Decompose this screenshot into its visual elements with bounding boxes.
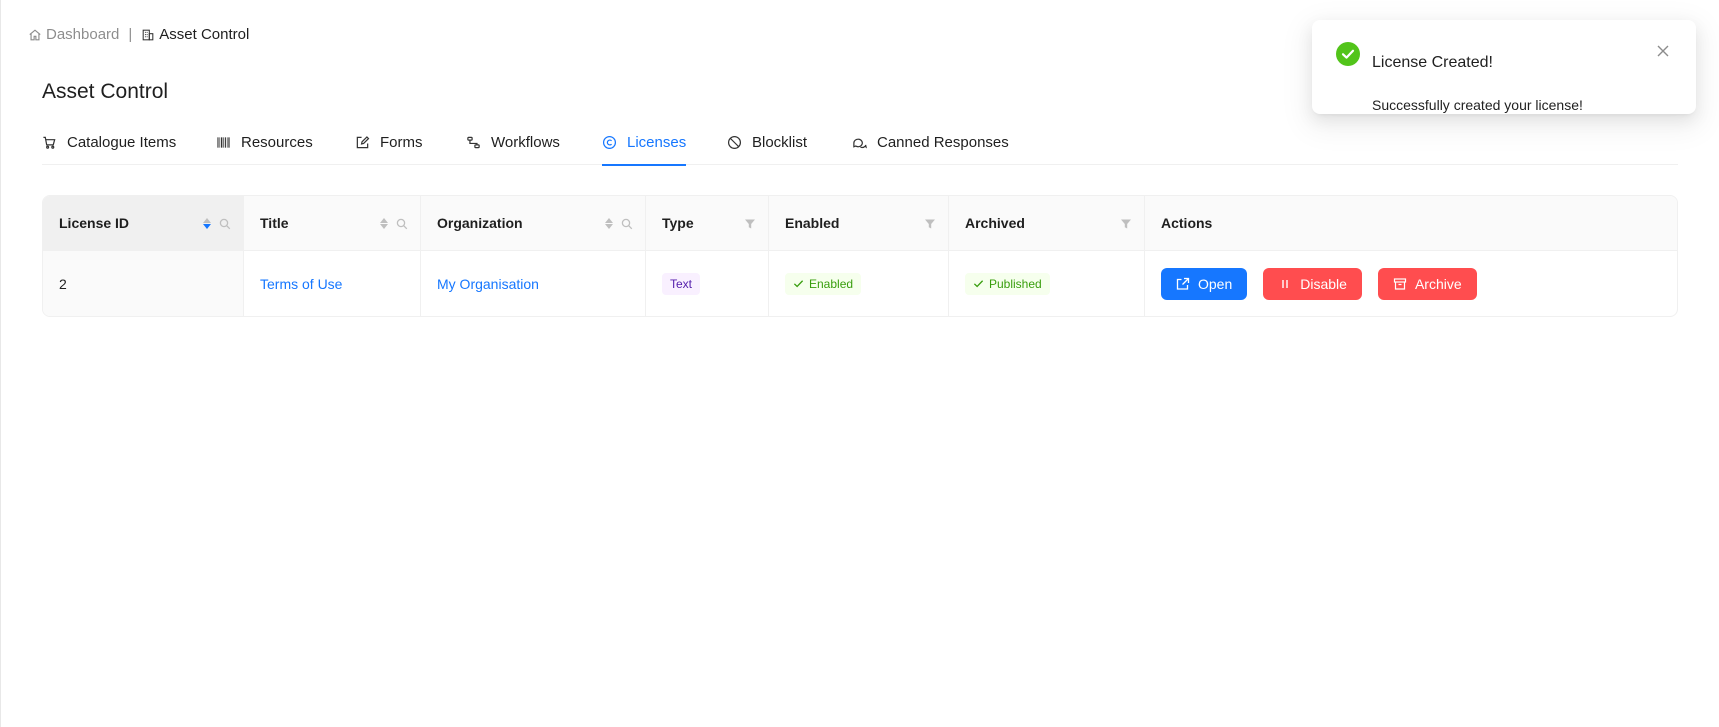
sort-icon[interactable]: [605, 218, 613, 229]
stop-icon: [727, 135, 742, 150]
tab-bar: Catalogue Items Resources Forms Workflow…: [42, 126, 1678, 166]
disable-button[interactable]: Disable: [1263, 267, 1362, 300]
breadcrumb-dashboard[interactable]: Dashboard: [28, 26, 119, 43]
licenses-table: License ID Title Organization Type Enabl…: [42, 195, 1678, 317]
close-icon[interactable]: [1656, 44, 1670, 58]
column-label: Archived: [965, 215, 1025, 231]
page-title: Asset Control: [42, 80, 169, 103]
column-archived[interactable]: Archived: [949, 196, 1145, 250]
filter-icon[interactable]: [1120, 218, 1132, 230]
home-icon: [29, 28, 41, 40]
tab-canned-responses[interactable]: Canned Responses: [852, 126, 1009, 165]
comments-icon: [853, 138, 867, 149]
column-title[interactable]: Title: [244, 196, 421, 250]
notification-title: License Created!: [1372, 54, 1493, 71]
column-label: Enabled: [785, 215, 840, 231]
organization-link[interactable]: My Organisation: [437, 276, 539, 292]
breadcrumb-asset-control: Asset Control: [141, 26, 249, 43]
column-actions: Actions: [1145, 196, 1677, 250]
cell-license-id: 2: [43, 251, 244, 316]
column-label: Organization: [437, 215, 523, 231]
breadcrumb-dashboard-label: Dashboard: [46, 26, 120, 43]
license-title-link[interactable]: Terms of Use: [260, 276, 342, 292]
page-left-border: [0, 0, 1, 727]
sort-descend-icon[interactable]: [203, 218, 211, 229]
cell-organization: My Organisation: [421, 251, 646, 316]
tab-workflows[interactable]: Workflows: [466, 126, 560, 165]
tab-label: Resources: [241, 134, 313, 151]
open-button-label: Open: [1198, 275, 1233, 292]
copyright-icon: [602, 135, 617, 150]
tab-label: Canned Responses: [877, 134, 1009, 151]
column-type[interactable]: Type: [646, 196, 769, 250]
sort-icon[interactable]: [380, 218, 388, 229]
column-license-id[interactable]: License ID: [43, 196, 244, 250]
breadcrumb-separator: |: [128, 26, 133, 43]
open-button[interactable]: Open: [1161, 267, 1248, 300]
enabled-tag: Enabled: [785, 272, 862, 295]
check-circle-icon: [1336, 42, 1360, 66]
edit-icon: [356, 136, 370, 149]
search-icon[interactable]: [396, 218, 408, 230]
archive-button[interactable]: Archive: [1377, 267, 1477, 300]
table-body: 2 Terms of Use My Organisation Text Enab…: [43, 251, 1677, 316]
tab-resources[interactable]: Resources: [216, 126, 313, 165]
search-icon[interactable]: [621, 218, 633, 230]
archive-icon: [1393, 277, 1407, 290]
column-label: Actions: [1161, 215, 1213, 231]
breadcrumb: Dashboard | Asset Control: [28, 26, 249, 43]
tab-catalogue-items[interactable]: Catalogue Items: [42, 126, 176, 165]
enabled-tag-label: Enabled: [809, 276, 854, 291]
check-icon: [973, 280, 984, 288]
type-tag: Text: [662, 272, 701, 295]
column-label: License ID: [59, 215, 130, 231]
filter-icon[interactable]: [924, 218, 936, 230]
tab-forms[interactable]: Forms: [355, 126, 423, 165]
filter-icon[interactable]: [744, 218, 756, 230]
barcode-icon: [217, 137, 230, 148]
archived-tag-label: Published: [989, 276, 1042, 291]
tab-label: Forms: [380, 134, 423, 151]
tab-label: Workflows: [491, 134, 560, 151]
column-label: Type: [662, 215, 694, 231]
building-icon: [142, 29, 154, 40]
cell-archived: Published: [949, 251, 1145, 316]
column-label: Title: [260, 215, 289, 231]
cell-type: Text: [646, 251, 769, 316]
archive-button-label: Archive: [1414, 275, 1462, 292]
cell-actions: Open Disable Archive: [1145, 251, 1677, 316]
column-enabled[interactable]: Enabled: [769, 196, 949, 250]
tab-blocklist[interactable]: Blocklist: [727, 126, 807, 165]
pause-icon: [1282, 279, 1288, 288]
search-icon[interactable]: [219, 218, 231, 230]
archived-tag: Published: [965, 272, 1050, 295]
cell-title: Terms of Use: [244, 251, 421, 316]
cart-icon: [43, 136, 56, 149]
cell-enabled: Enabled: [769, 251, 949, 316]
tab-label: Blocklist: [752, 134, 808, 151]
tab-licenses[interactable]: Licenses: [602, 126, 687, 166]
breadcrumb-asset-control-label: Asset Control: [159, 26, 250, 43]
check-icon: [793, 280, 804, 288]
column-organization[interactable]: Organization: [421, 196, 646, 250]
table-row: 2 Terms of Use My Organisation Text Enab…: [43, 251, 1677, 316]
notification-description: Successfully created your license!: [1372, 97, 1583, 113]
success-notification: License Created! Successfully created yo…: [1312, 20, 1696, 114]
disable-button-label: Disable: [1300, 275, 1347, 292]
workflow-icon: [467, 136, 480, 149]
external-link-icon: [1176, 277, 1190, 290]
tab-label: Licenses: [627, 134, 687, 151]
tab-label: Catalogue Items: [67, 134, 177, 151]
table-header: License ID Title Organization Type Enabl…: [43, 196, 1677, 251]
